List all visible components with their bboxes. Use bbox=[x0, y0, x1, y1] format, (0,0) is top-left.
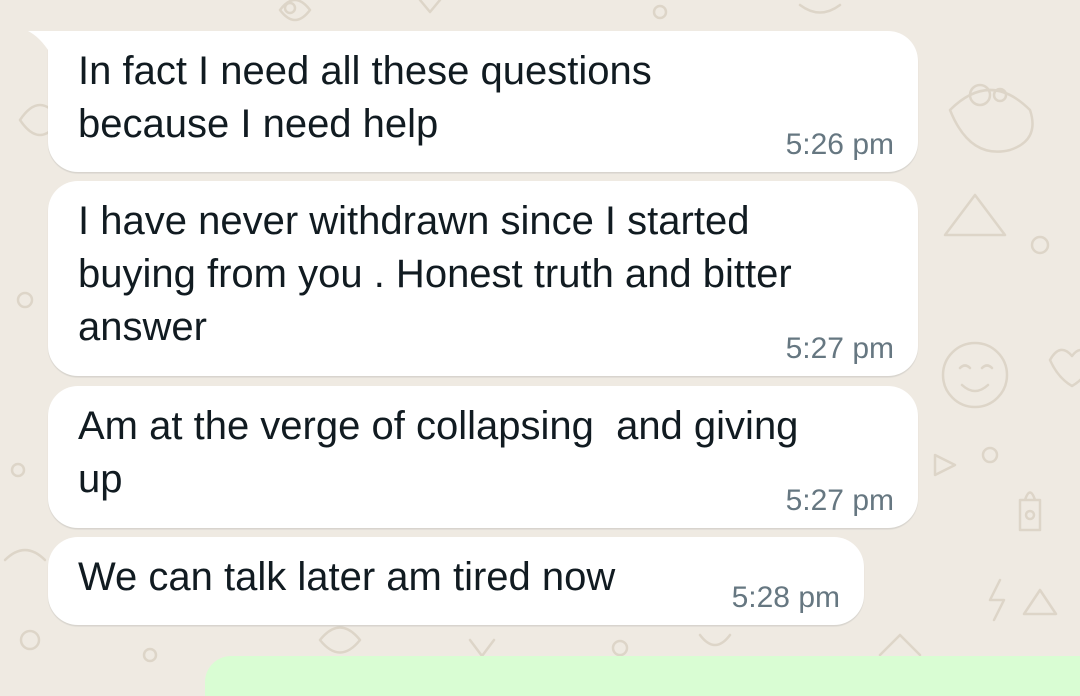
bubble-tail bbox=[28, 31, 50, 53]
message-text: I have never withdrawn since I started b… bbox=[78, 199, 792, 349]
message-bubble[interactable]: Am at the verge of collapsing and giving… bbox=[48, 386, 918, 528]
message-timestamp: 5:27 pm bbox=[785, 332, 894, 365]
message-timestamp: 5:26 pm bbox=[785, 128, 894, 161]
message-timestamp: 5:28 pm bbox=[731, 581, 840, 614]
message-bubble[interactable]: In fact I need all these questions becau… bbox=[28, 31, 918, 172]
message-text: We can talk later am tired now bbox=[78, 555, 616, 599]
message-text: In fact I need all these questions becau… bbox=[78, 49, 652, 146]
message-timestamp: 5:27 pm bbox=[785, 484, 894, 517]
outgoing-message-bubble-partial[interactable] bbox=[205, 656, 1080, 696]
message-bubble[interactable]: We can talk later am tired now 5:28 pm bbox=[48, 537, 864, 625]
message-text: Am at the verge of collapsing and giving… bbox=[78, 404, 799, 501]
message-bubble[interactable]: I have never withdrawn since I started b… bbox=[48, 181, 918, 376]
chat-conversation: In fact I need all these questions becau… bbox=[0, 0, 1080, 696]
